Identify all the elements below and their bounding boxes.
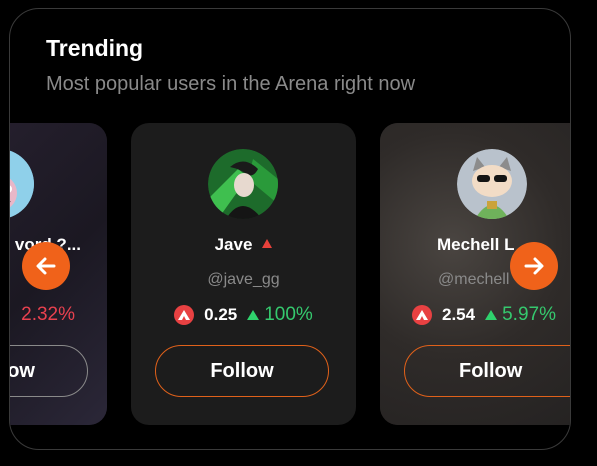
user-handle: @jave_gg — [207, 271, 280, 288]
section-subtitle: Most popular users in the Arena right no… — [46, 73, 416, 95]
follow-button[interactable]: Follow — [404, 345, 570, 397]
ticket-price: 0.25 — [204, 305, 238, 324]
avatar — [457, 149, 527, 219]
trending-panel: Trending Most popular users in the Arena… — [9, 8, 571, 450]
user-stats: 0.25 100% — [131, 304, 356, 326]
avax-icon — [412, 305, 432, 325]
trending-carousel: vord ?... rGo 2.32% ow Jave — [10, 123, 570, 427]
change-up-icon — [485, 310, 498, 320]
carousel-prev-button[interactable] — [22, 242, 70, 290]
section-title: Trending — [46, 35, 144, 61]
arrow-left-icon — [36, 257, 56, 275]
carousel-next-button[interactable] — [510, 242, 558, 290]
follow-button[interactable]: ow — [10, 345, 88, 397]
user-name: Mechell L — [437, 235, 515, 254]
price-change: 100% — [264, 304, 313, 325]
price-change: 5.97% — [502, 304, 556, 325]
user-stats: 2.32% — [10, 304, 107, 326]
user-name: Jave — [214, 235, 253, 254]
avax-icon — [174, 305, 195, 325]
price-change: 2.32% — [21, 304, 75, 325]
follow-button[interactable]: Follow — [155, 345, 329, 397]
user-stats: 2.54 5.97% — [380, 304, 570, 326]
ticket-price: 2.54 — [442, 305, 476, 324]
avatar — [208, 149, 278, 219]
user-card[interactable]: Jave @jave_gg 0.25 100% Follow — [131, 123, 356, 425]
trending-up-icon — [262, 239, 273, 248]
arrow-right-icon — [524, 257, 544, 275]
change-up-icon — [247, 310, 260, 320]
